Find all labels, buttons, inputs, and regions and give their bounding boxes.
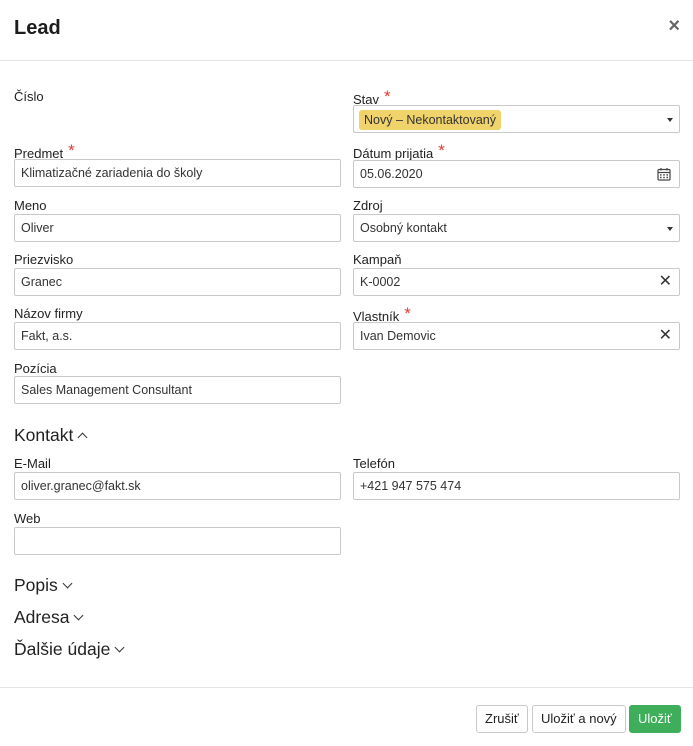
clear-icon[interactable]: ✕	[659, 327, 672, 345]
vlastnik-select[interactable]: Ivan Demovic ✕	[353, 322, 680, 350]
chevron-up-icon	[77, 432, 88, 443]
pozicia-input[interactable]: Sales Management Consultant	[14, 376, 341, 404]
web-field[interactable]	[14, 527, 341, 555]
caret-down-icon	[667, 118, 673, 122]
kampan-select[interactable]: K-0002 ✕	[353, 268, 680, 296]
predmet-input[interactable]: Klimatizačné zariadenia do školy	[14, 159, 341, 187]
telefon-field[interactable]: +421 947 575 474	[353, 472, 680, 500]
predmet-value: Klimatizačné zariadenia do školy	[21, 166, 203, 180]
dialog-header: Lead ×	[0, 0, 693, 61]
priezvisko-value: Granec	[21, 275, 62, 289]
cancel-button[interactable]: Zrušiť	[476, 705, 528, 733]
section-adresa-toggle[interactable]: Adresa	[14, 607, 84, 628]
section-popis-toggle[interactable]: Popis	[14, 575, 73, 596]
close-icon[interactable]: ×	[668, 16, 680, 36]
meno-input[interactable]: Oliver	[14, 214, 341, 242]
priezvisko-input[interactable]: Granec	[14, 268, 341, 296]
chevron-down-icon	[114, 642, 125, 653]
section-dalsie-toggle[interactable]: Ďalšie údaje	[14, 639, 125, 660]
required-mark: *	[438, 141, 445, 160]
email-field[interactable]: oliver.granec@fakt.sk	[14, 472, 341, 500]
zdroj-value: Osobný kontakt	[360, 221, 447, 235]
web-label: Web	[14, 511, 41, 526]
cislo-label: Číslo	[14, 89, 44, 104]
telefon-value: +421 947 575 474	[360, 479, 462, 493]
chevron-down-icon	[62, 578, 73, 589]
email-value: oliver.granec@fakt.sk	[21, 479, 141, 493]
status-badge: Nový – Nekontaktovaný	[359, 110, 502, 130]
section-kontakt-toggle[interactable]: Kontakt	[14, 425, 88, 446]
kampan-label: Kampaň	[353, 252, 402, 267]
firma-value: Fakt, a.s.	[21, 329, 73, 343]
meno-value: Oliver	[21, 221, 54, 235]
datum-value: 05.06.2020	[360, 167, 423, 181]
zdroj-label: Zdroj	[353, 198, 383, 213]
required-mark: *	[68, 141, 75, 160]
firma-input[interactable]: Fakt, a.s.	[14, 322, 341, 350]
pozicia-value: Sales Management Consultant	[21, 383, 192, 397]
pozicia-label: Pozícia	[14, 361, 57, 376]
save-button[interactable]: Uložiť	[629, 705, 681, 733]
telefon-label: Telefón	[353, 456, 395, 471]
section-adresa-title: Adresa	[14, 607, 70, 627]
clear-icon[interactable]: ✕	[659, 273, 672, 291]
meno-label: Meno	[14, 198, 47, 213]
kampan-value: K-0002	[360, 275, 401, 289]
stav-select[interactable]: Nový – Nekontaktovaný	[353, 105, 680, 133]
chevron-down-icon	[74, 610, 84, 621]
calendar-icon[interactable]	[657, 167, 671, 181]
section-popis-title: Popis	[14, 575, 58, 595]
section-dalsie-title: Ďalšie údaje	[14, 639, 111, 659]
priezvisko-label: Priezvisko	[14, 252, 74, 267]
vlastnik-value: Ivan Demovic	[360, 329, 436, 343]
section-kontakt-title: Kontakt	[14, 425, 74, 445]
dialog-title: Lead	[14, 17, 61, 39]
required-mark: *	[404, 304, 411, 323]
dialog-footer: Zrušiť Uložiť a nový Uložiť	[0, 687, 693, 746]
required-mark: *	[384, 87, 391, 106]
caret-down-icon	[667, 227, 673, 231]
firma-label: Názov firmy	[14, 306, 83, 321]
email-label: E-Mail	[14, 456, 51, 471]
save-and-new-button[interactable]: Uložiť a nový	[532, 705, 626, 733]
zdroj-select[interactable]: Osobný kontakt	[353, 214, 680, 242]
datum-input[interactable]: 05.06.2020	[353, 160, 680, 188]
